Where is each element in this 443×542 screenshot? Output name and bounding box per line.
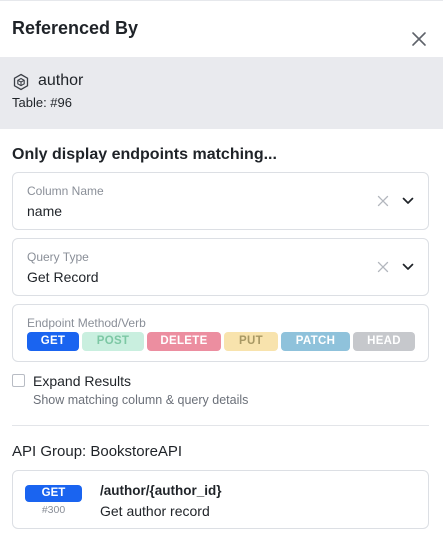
- api-group-heading: API Group: BookstoreAPI: [12, 443, 183, 460]
- method-pill-put[interactable]: PUT: [224, 332, 278, 351]
- expand-results-checkbox[interactable]: [12, 374, 25, 387]
- endpoint-description: Get author record: [100, 503, 210, 519]
- method-pill-post[interactable]: POST: [82, 332, 144, 351]
- method-pill-delete[interactable]: DELETE: [147, 332, 221, 351]
- method-pill-group: GET POST DELETE PUT PATCH HEAD: [27, 332, 415, 351]
- expand-results-label[interactable]: Expand Results: [33, 373, 131, 389]
- endpoint-card[interactable]: GET #300 /author/{author_id} Get author …: [12, 470, 429, 529]
- filter-heading: Only display endpoints matching...: [12, 146, 277, 163]
- method-pill-patch[interactable]: PATCH: [281, 332, 350, 351]
- panel-title: Referenced By: [12, 18, 139, 38]
- endpoint-method-filter: Endpoint Method/Verb GET POST DELETE PUT…: [12, 304, 429, 362]
- column-name-value: name: [27, 203, 63, 219]
- close-icon[interactable]: [408, 28, 430, 50]
- reference-name: author: [38, 72, 84, 89]
- endpoint-id: #300: [41, 504, 66, 516]
- chevron-down-icon[interactable]: [402, 196, 414, 206]
- chevron-down-icon[interactable]: [402, 262, 414, 272]
- clear-icon[interactable]: [377, 261, 389, 273]
- query-type-select[interactable]: Query Type Get Record: [12, 238, 429, 296]
- column-name-select[interactable]: Column Name name: [12, 172, 429, 230]
- section-divider: [12, 425, 429, 426]
- panel-header: Referenced By: [0, 10, 443, 50]
- expand-results-description: Show matching column & query details: [33, 393, 249, 407]
- reference-table-id: Table: #96: [12, 95, 72, 110]
- top-border: [0, 0, 443, 3]
- query-type-value: Get Record: [27, 269, 99, 285]
- method-pill-head[interactable]: HEAD: [353, 332, 415, 351]
- method-pill-get[interactable]: GET: [27, 332, 79, 351]
- endpoint-method-label: Endpoint Method/Verb: [27, 316, 146, 330]
- clear-icon[interactable]: [377, 195, 389, 207]
- column-name-label: Column Name: [27, 184, 104, 198]
- table-hex-icon: [13, 73, 29, 91]
- endpoint-path: /author/{author_id}: [100, 483, 222, 498]
- query-type-label: Query Type: [27, 250, 89, 264]
- endpoint-method-badge: GET: [25, 485, 82, 502]
- reference-summary: author Table: #96: [0, 57, 443, 129]
